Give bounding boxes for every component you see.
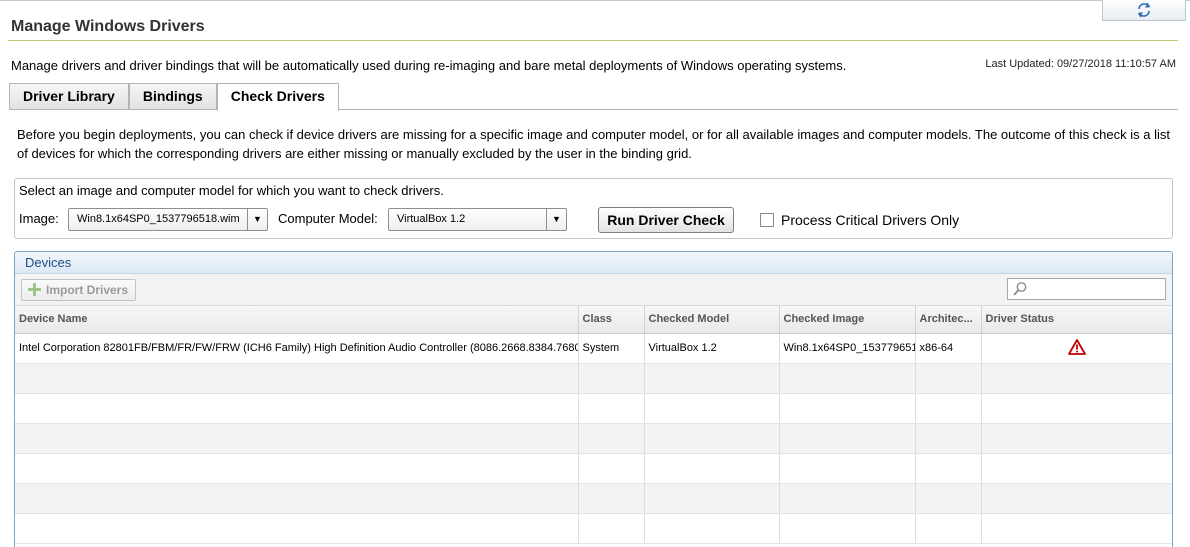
refresh-icon [1137, 2, 1151, 18]
cell-driver-status [981, 333, 1172, 364]
check-drivers-intro: Before you begin deployments, you can ch… [17, 127, 1170, 161]
plus-icon [28, 283, 41, 296]
column-header-device-name[interactable]: Device Name [15, 306, 579, 334]
run-driver-check-button[interactable]: Run Driver Check [598, 207, 734, 233]
chevron-down-icon[interactable]: ▼ [247, 209, 267, 230]
devices-search-input[interactable] [1007, 278, 1166, 300]
tab-driver-library[interactable]: Driver Library [9, 83, 129, 109]
tab-divider [9, 109, 1178, 110]
top-border [0, 0, 1190, 1]
column-header-checked-model[interactable]: Checked Model [644, 306, 780, 334]
table-row [15, 393, 1172, 424]
computer-model-label: Computer Model: [278, 211, 378, 226]
page-description: Manage drivers and driver bindings that … [11, 58, 847, 73]
computer-model-select-value: VirtualBox 1.2 [397, 213, 466, 225]
column-header-driver-status[interactable]: Driver Status [981, 306, 1172, 334]
cell-device-name: Intel Corporation 82801FB/FBM/FR/FW/FRW … [15, 333, 579, 364]
table-row [15, 363, 1172, 394]
devices-table: Device Name Class Checked Model Checked … [15, 306, 1172, 544]
image-label: Image: [19, 211, 59, 226]
critical-drivers-checkbox[interactable] [760, 213, 774, 227]
table-row [15, 453, 1172, 484]
table-row [15, 423, 1172, 454]
computer-model-select[interactable]: VirtualBox 1.2 ▼ [388, 208, 567, 231]
refresh-button[interactable] [1102, 0, 1186, 21]
search-icon [1013, 282, 1027, 296]
table-row [15, 513, 1172, 544]
table-row[interactable]: Intel Corporation 82801FB/FBM/FR/FW/FRW … [15, 333, 1172, 364]
tab-bar: Driver Library Bindings Check Drivers [9, 83, 339, 111]
manage-windows-drivers-page: Manage Windows Drivers Manage drivers an… [0, 0, 1190, 547]
image-select-value: Win8.1x64SP0_1537796518.wim [77, 213, 240, 225]
column-header-class[interactable]: Class [578, 306, 645, 334]
image-select[interactable]: Win8.1x64SP0_1537796518.wim ▼ [68, 208, 268, 231]
devices-panel: Devices Import Drivers Device Name Class… [14, 251, 1173, 547]
devices-panel-title: Devices [15, 252, 1172, 274]
column-header-architecture[interactable]: Architec... [915, 306, 982, 334]
import-drivers-label: Import Drivers [46, 283, 129, 297]
cell-checked-image: Win8.1x64SP0_1537796518.wim [779, 333, 916, 364]
cell-class: System [578, 333, 645, 364]
selection-prompt: Select an image and computer model for w… [19, 183, 444, 198]
last-updated-text: Last Updated: 09/27/2018 11:10:57 AM [985, 58, 1176, 70]
tab-bindings[interactable]: Bindings [128, 83, 217, 109]
page-title: Manage Windows Drivers [11, 18, 205, 35]
critical-drivers-label[interactable]: Process Critical Drivers Only [781, 212, 959, 228]
title-divider [8, 40, 1178, 41]
selection-panel: Select an image and computer model for w… [14, 178, 1173, 239]
import-drivers-button[interactable]: Import Drivers [21, 279, 136, 301]
cell-architecture: x86-64 [915, 333, 982, 364]
table-header-row: Device Name Class Checked Model Checked … [15, 306, 1172, 334]
tab-check-drivers[interactable]: Check Drivers [216, 83, 339, 111]
devices-toolbar: Import Drivers [15, 274, 1172, 306]
column-header-checked-image[interactable]: Checked Image [779, 306, 916, 334]
chevron-down-icon[interactable]: ▼ [546, 209, 566, 230]
warning-icon [1067, 338, 1086, 355]
table-row [15, 483, 1172, 514]
cell-checked-model: VirtualBox 1.2 [644, 333, 780, 364]
